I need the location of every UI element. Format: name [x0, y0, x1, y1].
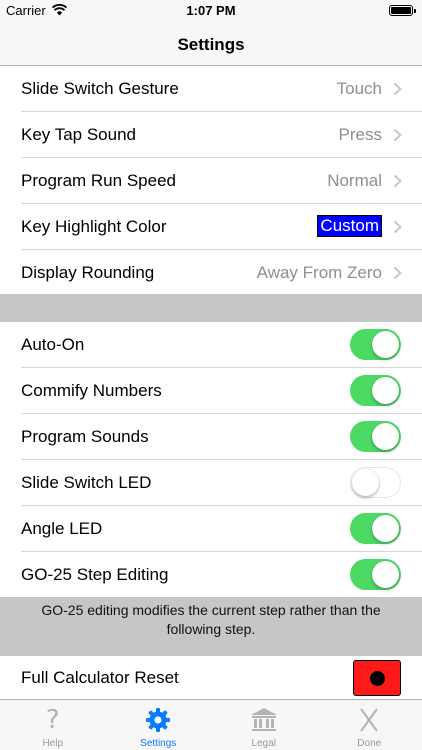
tab-label: Help: [42, 738, 64, 749]
slide-switch-led-toggle[interactable]: [350, 467, 401, 498]
chevron-right-icon: [393, 82, 402, 96]
setting-label: Auto-On: [21, 335, 85, 354]
setting-value: Touch: [336, 79, 382, 98]
chevron-right-icon: [393, 266, 402, 280]
record-dot-icon: [370, 671, 385, 686]
setting-value: Away From Zero: [256, 263, 382, 282]
setting-value: Press: [338, 125, 382, 144]
page-title: Settings: [177, 35, 245, 54]
navigation-bar: Settings: [0, 22, 422, 66]
commify-numbers-toggle[interactable]: [350, 375, 401, 406]
tab-label: Settings: [140, 738, 177, 749]
gear-icon: [146, 708, 171, 732]
tab-legal[interactable]: Legal: [211, 700, 317, 750]
section-footer-note: GO-25 editing modifies the current step …: [0, 597, 422, 659]
setting-row-auto-on: Auto-On: [0, 322, 422, 368]
setting-label: Key Tap Sound: [21, 125, 136, 144]
setting-value-highlighted: Custom: [317, 215, 382, 237]
setting-row-commify-numbers: Commify Numbers: [0, 368, 422, 414]
setting-row-full-calculator-reset: Full Calculator Reset: [0, 656, 422, 700]
reset-button[interactable]: [353, 660, 401, 696]
tab-label: Done: [357, 738, 382, 749]
setting-label: Program Run Speed: [21, 171, 176, 190]
program-sounds-toggle[interactable]: [350, 421, 401, 452]
close-icon: [360, 708, 379, 732]
section-separator: [0, 294, 422, 322]
tab-done[interactable]: Done: [317, 700, 422, 750]
setting-row-program-run-speed[interactable]: Program Run Speed Normal: [0, 158, 422, 204]
setting-label: Full Calculator Reset: [21, 668, 179, 687]
go25-step-editing-toggle[interactable]: [350, 559, 401, 590]
angle-led-toggle[interactable]: [350, 513, 401, 544]
chevron-right-icon: [393, 220, 402, 234]
setting-row-key-tap-sound[interactable]: Key Tap Sound Press: [0, 112, 422, 158]
setting-label: Angle LED: [21, 519, 103, 538]
setting-row-go25-step-editing: GO-25 Step Editing: [0, 552, 422, 598]
bank-icon: [250, 708, 277, 731]
setting-label: Program Sounds: [21, 427, 149, 446]
setting-label: Display Rounding: [21, 263, 155, 282]
tab-bar: ? Help Settings Legal Done: [0, 699, 422, 750]
status-bar: Carrier 1:07 PM: [0, 0, 422, 22]
setting-row-slide-switch-led: Slide Switch LED: [0, 460, 422, 506]
status-time: 1:07 PM: [186, 3, 236, 18]
chevron-right-icon: [393, 128, 402, 142]
setting-row-program-sounds: Program Sounds: [0, 414, 422, 460]
auto-on-toggle[interactable]: [350, 329, 401, 360]
chevron-right-icon: [393, 174, 402, 188]
setting-row-slide-switch-gesture[interactable]: Slide Switch Gesture Touch: [0, 66, 422, 112]
setting-value: Normal: [327, 171, 382, 190]
setting-row-display-rounding[interactable]: Display Rounding Away From Zero: [0, 250, 422, 296]
tab-label: Legal: [251, 738, 276, 749]
tab-settings[interactable]: Settings: [106, 700, 212, 750]
question-icon: ?: [45, 705, 60, 735]
setting-label: GO-25 Step Editing: [21, 565, 169, 584]
setting-label: Slide Switch Gesture: [21, 79, 179, 98]
battery-icon: [389, 5, 416, 16]
setting-row-angle-led: Angle LED: [0, 506, 422, 552]
setting-label: Key Highlight Color: [21, 217, 167, 236]
setting-label: Slide Switch LED: [21, 473, 152, 492]
setting-row-key-highlight-color[interactable]: Key Highlight Color Custom: [0, 204, 422, 250]
setting-label: Commify Numbers: [21, 381, 162, 400]
tab-help[interactable]: ? Help: [0, 700, 106, 750]
